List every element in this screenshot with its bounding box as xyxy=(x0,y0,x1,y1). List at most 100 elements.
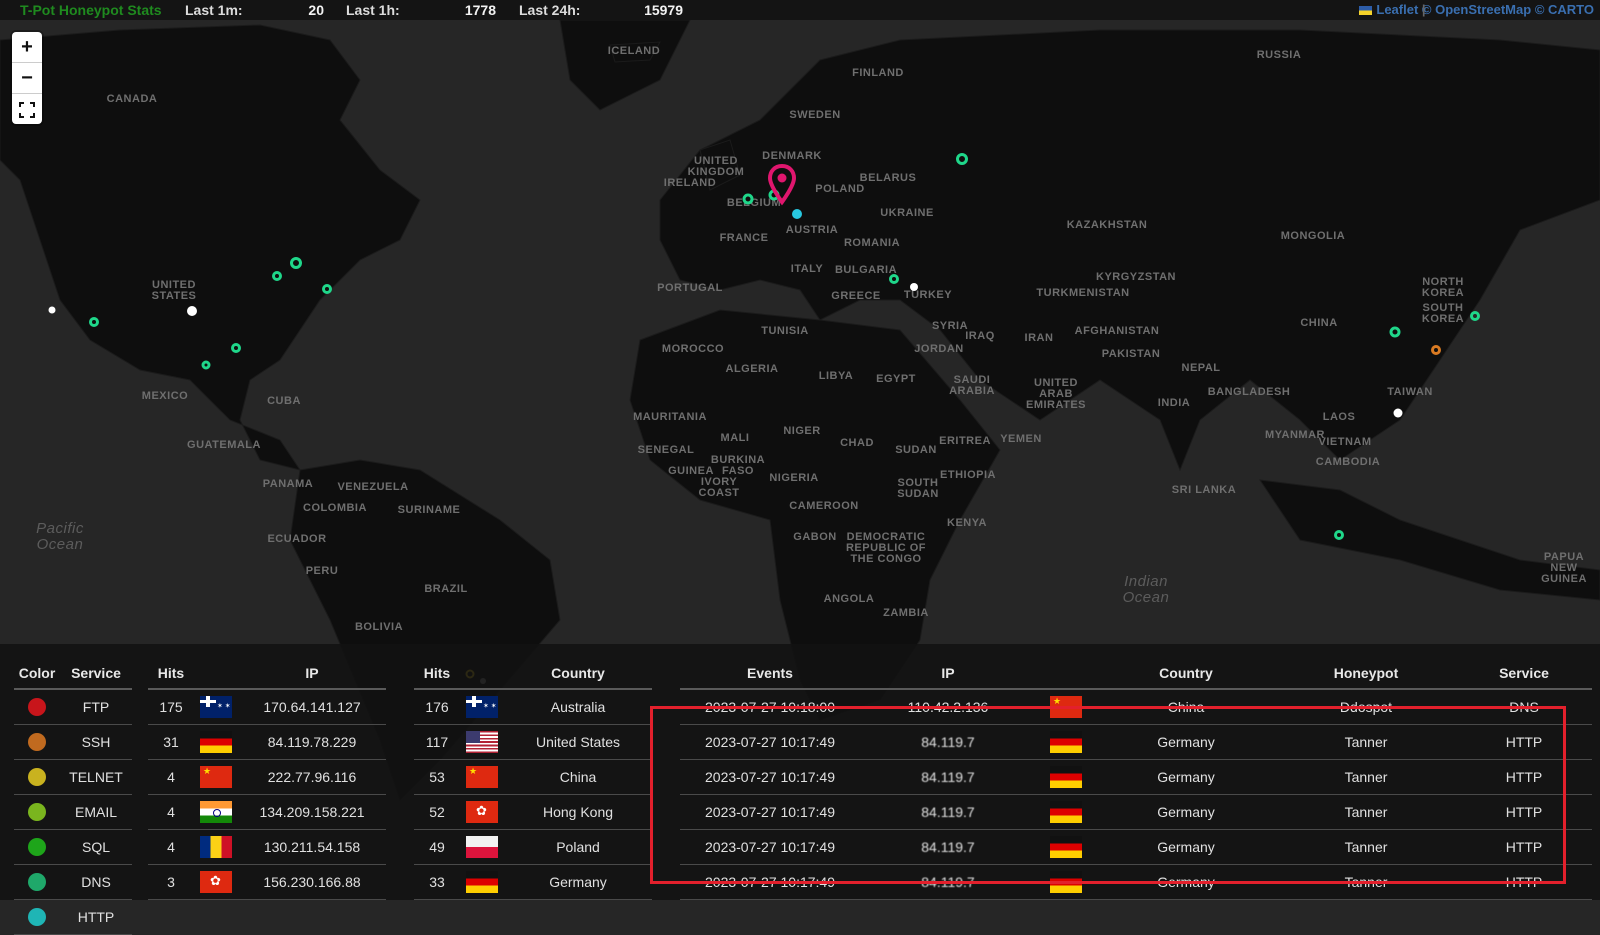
event-honeypot: Tanner xyxy=(1276,829,1456,865)
map-label: FRANCE xyxy=(719,232,769,244)
event-row[interactable]: 2023-07-27 10:17:49 84.119.7 Germany Tan… xyxy=(680,864,1592,900)
openstreetmap-link[interactable]: © OpenStreetMap xyxy=(1422,2,1531,17)
leaflet-link[interactable]: Leaflet xyxy=(1376,2,1418,17)
event-ip: 84.119.7 xyxy=(860,724,1036,760)
germany-flag-icon xyxy=(1050,731,1082,753)
event-ip: 84.119.7 xyxy=(860,864,1036,900)
map-label: NIGERIA xyxy=(769,472,819,484)
event-country: China xyxy=(1096,689,1276,725)
table-row[interactable]: 176 Australia xyxy=(414,689,652,725)
table-row[interactable]: 31 84.119.78.229 xyxy=(148,724,386,760)
stat-label-24h: Last 24h: xyxy=(519,2,581,18)
country-name: United States xyxy=(504,724,652,760)
col-header-country: Country xyxy=(1096,658,1276,690)
email-color-dot xyxy=(28,803,46,822)
map-label: SUDAN xyxy=(895,444,937,456)
stat-value-1m: 20 xyxy=(308,2,324,18)
zoom-out-button[interactable]: − xyxy=(12,63,42,94)
united-states-flag-icon xyxy=(466,731,498,753)
map-label: IVORY COAST xyxy=(698,476,740,499)
map-label: IRAN xyxy=(1024,332,1054,344)
map-label: YEMEN xyxy=(1000,433,1042,445)
zoom-in-button[interactable]: + xyxy=(12,32,42,63)
event-row[interactable]: 2023-07-27 10:17:49 84.119.7 Germany Tan… xyxy=(680,794,1592,830)
event-row[interactable]: 2023-07-27 10:17:49 84.119.7 Germany Tan… xyxy=(680,724,1592,760)
map-attribution: Leaflet | © OpenStreetMap © CARTO xyxy=(1359,0,1594,20)
dns-color-dot xyxy=(28,873,46,892)
col-header-hits: Hits xyxy=(414,658,460,690)
ip-address: 170.64.141.127 xyxy=(238,689,386,725)
map-label: PAPUA NEW GUINEA xyxy=(1541,551,1587,585)
fullscreen-icon xyxy=(19,101,35,118)
map-label: UNITED STATES xyxy=(151,279,197,302)
map-label: SWEDEN xyxy=(789,109,841,121)
zoom-control: + − xyxy=(12,32,42,124)
table-row[interactable]: 33 Germany xyxy=(414,864,652,900)
table-row[interactable]: 4 130.211.54.158 xyxy=(148,829,386,865)
table-row[interactable]: 3 156.230.166.88 xyxy=(148,864,386,900)
event-time: 2023-07-27 10:17:49 xyxy=(680,759,860,795)
table-row[interactable]: 49 Poland xyxy=(414,829,652,865)
event-country: Germany xyxy=(1096,864,1276,900)
map-label: DENMARK xyxy=(762,150,822,162)
event-row[interactable]: 2023-07-27 10:18:00 110.42.2.136 China D… xyxy=(680,689,1592,725)
attribution-separator: | xyxy=(1421,2,1426,17)
map-label: SRI LANKA xyxy=(1171,484,1237,496)
map-label: CHINA xyxy=(1300,317,1338,329)
map-label: TURKMENISTAN xyxy=(1036,287,1130,299)
legend-row: HTTP xyxy=(14,899,132,935)
event-country: Germany xyxy=(1096,724,1276,760)
country-name: Australia xyxy=(504,689,652,725)
event-honeypot: Ddospot xyxy=(1276,689,1456,725)
col-header-flag xyxy=(194,658,238,690)
country-name: Hong Kong xyxy=(504,794,652,830)
carto-link[interactable]: © CARTO xyxy=(1535,2,1594,17)
map-label: EGYPT xyxy=(876,373,916,385)
map-label: LAOS xyxy=(1322,411,1356,423)
honeypot-location-marker-icon[interactable] xyxy=(768,164,796,206)
map-label: NIGER xyxy=(783,425,821,437)
table-row[interactable]: 4 134.209.158.221 xyxy=(148,794,386,830)
table-row[interactable]: 53 China xyxy=(414,759,652,795)
map-label: BURKINA FASO xyxy=(710,454,766,477)
china-flag-icon xyxy=(200,766,232,788)
event-ip: 84.119.7 xyxy=(860,759,1036,795)
table-row[interactable]: 4 222.77.96.116 xyxy=(148,759,386,795)
map-label: TUNISIA xyxy=(761,325,809,337)
map-label: AUSTRIA xyxy=(785,224,839,236)
legend-row: DNS xyxy=(14,864,132,900)
map-label: ROMANIA xyxy=(843,237,901,249)
country-name: Poland xyxy=(504,829,652,865)
event-row[interactable]: 2023-07-27 10:17:49 84.119.7 Germany Tan… xyxy=(680,829,1592,865)
india-flag-icon xyxy=(200,801,232,823)
ip-hits: 4 xyxy=(148,829,194,865)
event-row[interactable]: 2023-07-27 10:17:49 84.119.7 Germany Tan… xyxy=(680,759,1592,795)
map-label: ICELAND xyxy=(607,45,661,57)
china-flag-icon xyxy=(466,766,498,788)
table-row[interactable]: 117 United States xyxy=(414,724,652,760)
table-row[interactable]: 52 Hong Kong xyxy=(414,794,652,830)
legend-row: EMAIL xyxy=(14,794,132,830)
map-label: SOUTH SUDAN xyxy=(897,477,939,500)
col-header-events: Events xyxy=(680,658,860,690)
live-events-table: Events IP Country Honeypot Service 2023-… xyxy=(680,658,1592,900)
map-label: MALI xyxy=(720,432,750,444)
ip-hits: 4 xyxy=(148,794,194,830)
table-row[interactable]: 175 170.64.141.127 xyxy=(148,689,386,725)
map-label: TAIWAN xyxy=(1387,386,1433,398)
event-service: HTTP xyxy=(1456,759,1592,795)
map-label: CAMBODIA xyxy=(1315,456,1381,468)
map-label: ANGOLA xyxy=(823,593,875,605)
germany-flag-icon xyxy=(200,731,232,753)
fullscreen-button[interactable] xyxy=(12,94,42,124)
country-hits: 176 xyxy=(414,689,460,725)
ukraine-flag-icon xyxy=(1359,6,1373,15)
event-country: Germany xyxy=(1096,759,1276,795)
stat-label-1h: Last 1h: xyxy=(346,2,400,18)
ocean-label: Pacific Ocean xyxy=(36,520,84,553)
china-flag-icon xyxy=(1050,696,1082,718)
col-header-flag xyxy=(1036,658,1096,690)
legend-service: SSH xyxy=(60,724,132,760)
map-label: VENEZUELA xyxy=(337,481,409,493)
event-service: HTTP xyxy=(1456,794,1592,830)
